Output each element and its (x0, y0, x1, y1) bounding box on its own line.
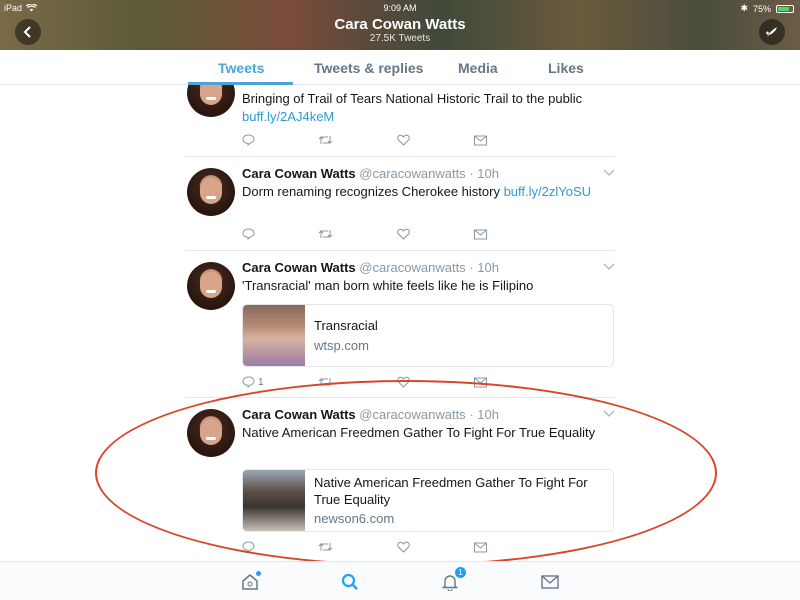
profile-header: iPad 9:09 AM ✱ 75% Cara Cowan Watts 27.5… (0, 0, 800, 50)
like-button[interactable] (397, 227, 410, 241)
tweet-link[interactable]: buff.ly/2zlYoSU (504, 184, 591, 199)
reply-count: 1 (258, 376, 264, 388)
envelope-icon (541, 575, 559, 589)
reply-icon (242, 134, 255, 146)
avatar[interactable] (187, 168, 235, 216)
avatar[interactable] (187, 85, 235, 117)
tweet-header: Cara Cowan Watts @caracowanwatts · 10h (242, 260, 614, 275)
author-handle: @caracowanwatts (359, 407, 466, 422)
reply-icon (242, 541, 255, 553)
chevron-down-icon[interactable] (603, 169, 615, 177)
avatar[interactable] (187, 409, 235, 457)
notifications-tab[interactable]: 1 (440, 567, 466, 592)
home-tab[interactable] (240, 571, 261, 592)
tweet-time: · 10h (469, 260, 499, 275)
card-title: Native American Freedmen Gather To Fight… (314, 475, 588, 507)
battery-icon (776, 4, 794, 13)
card-thumbnail (243, 305, 305, 366)
like-button[interactable] (397, 540, 410, 554)
link-card[interactable]: Native American Freedmen Gather To Fight… (242, 469, 614, 532)
compose-button[interactable] (759, 19, 785, 45)
author-name[interactable]: Cara Cowan Watts (242, 260, 356, 275)
reply-button[interactable] (242, 540, 255, 554)
tweet-time: · 10h (469, 407, 499, 422)
battery-percent: 75% (752, 3, 771, 14)
tab-tweets[interactable]: Tweets (218, 60, 264, 76)
heart-icon (397, 376, 410, 388)
status-right: ✱ 75% (740, 3, 794, 14)
tweet-text: Native American Freedmen Gather To Fight… (242, 425, 596, 440)
retweet-button[interactable] (318, 133, 333, 147)
profile-name: Cara Cowan Watts (334, 16, 466, 33)
search-tab[interactable] (340, 572, 360, 592)
messages-tab[interactable] (540, 572, 560, 592)
envelope-icon (474, 135, 487, 145)
dm-button[interactable] (474, 133, 487, 147)
envelope-icon (474, 229, 487, 239)
envelope-icon (474, 542, 487, 552)
new-content-dot (256, 571, 261, 576)
like-button[interactable] (397, 133, 410, 147)
retweet-button[interactable] (318, 540, 333, 554)
dm-button[interactable] (474, 375, 487, 389)
retweet-icon (318, 543, 333, 551)
tab-media[interactable]: Media (458, 60, 498, 76)
chevron-down-icon[interactable] (603, 410, 615, 418)
heart-icon (397, 541, 410, 553)
tweet-text: Bringing of Trail of Tears National Hist… (242, 91, 583, 124)
dm-button[interactable] (474, 227, 487, 241)
reply-button[interactable] (242, 227, 255, 241)
tweet-time: · 10h (469, 166, 499, 181)
tab-likes[interactable]: Likes (548, 60, 584, 76)
compose-feather-icon (766, 27, 777, 37)
tweet-item[interactable]: Cara Cowan Watts @caracowanwatts · 10h N… (185, 398, 615, 560)
heart-icon (397, 228, 410, 240)
tweet-actions (242, 133, 502, 147)
search-icon (341, 573, 358, 590)
tweet-text: Dorm renaming recognizes Cherokee histor… (242, 184, 592, 199)
author-name[interactable]: Cara Cowan Watts (242, 166, 356, 181)
tweet-item[interactable]: Bringing of Trail of Tears National Hist… (185, 85, 615, 157)
tweet-header: Cara Cowan Watts @caracowanwatts · 10h (242, 166, 614, 181)
tweet-text: 'Transracial' man born white feels like … (242, 278, 534, 293)
retweet-button[interactable] (318, 375, 333, 389)
heart-icon (397, 134, 410, 146)
tweet-item[interactable]: Cara Cowan Watts @caracowanwatts · 10h '… (185, 251, 615, 398)
bottom-tab-bar: 1 (0, 561, 800, 600)
reply-button[interactable] (242, 133, 255, 147)
status-time: 9:09 AM (383, 3, 417, 13)
link-card[interactable]: Transracial wtsp.com (242, 304, 614, 367)
tweet-count: 27.5K Tweets (369, 33, 431, 44)
retweet-button[interactable] (318, 227, 333, 241)
like-button[interactable] (397, 375, 410, 389)
tweet-header: Cara Cowan Watts @caracowanwatts · 10h (242, 407, 614, 422)
card-domain: newson6.com (314, 511, 395, 526)
tab-tweets-replies[interactable]: Tweets & replies (314, 60, 423, 76)
retweet-icon (318, 230, 333, 238)
chevron-down-icon[interactable] (603, 263, 615, 271)
retweet-icon (318, 378, 333, 386)
tweet-link[interactable]: buff.ly/2AJ4keM (242, 109, 334, 124)
reply-icon (242, 376, 255, 388)
timeline[interactable]: Bringing of Trail of Tears National Hist… (0, 85, 800, 560)
retweet-icon (318, 136, 333, 144)
author-handle: @caracowanwatts (359, 166, 466, 181)
tweet-actions (242, 540, 502, 554)
dm-button[interactable] (474, 540, 487, 554)
avatar[interactable] (187, 262, 235, 310)
author-handle: @caracowanwatts (359, 260, 466, 275)
tweet-actions (242, 227, 502, 241)
notifications-badge: 1 (455, 567, 466, 578)
envelope-icon (474, 377, 487, 387)
card-thumbnail (243, 470, 305, 531)
tweet-actions: 1 (242, 375, 502, 389)
card-domain: wtsp.com (314, 338, 369, 353)
author-name[interactable]: Cara Cowan Watts (242, 407, 356, 422)
profile-tabs: Tweets Tweets & replies Media Likes (0, 50, 800, 85)
reply-icon (242, 228, 255, 240)
bluetooth-icon: ✱ (740, 3, 748, 13)
tweet-item[interactable]: Cara Cowan Watts @caracowanwatts · 10h D… (185, 157, 615, 251)
card-title: Transracial (314, 318, 378, 333)
reply-button[interactable]: 1 (242, 375, 264, 389)
